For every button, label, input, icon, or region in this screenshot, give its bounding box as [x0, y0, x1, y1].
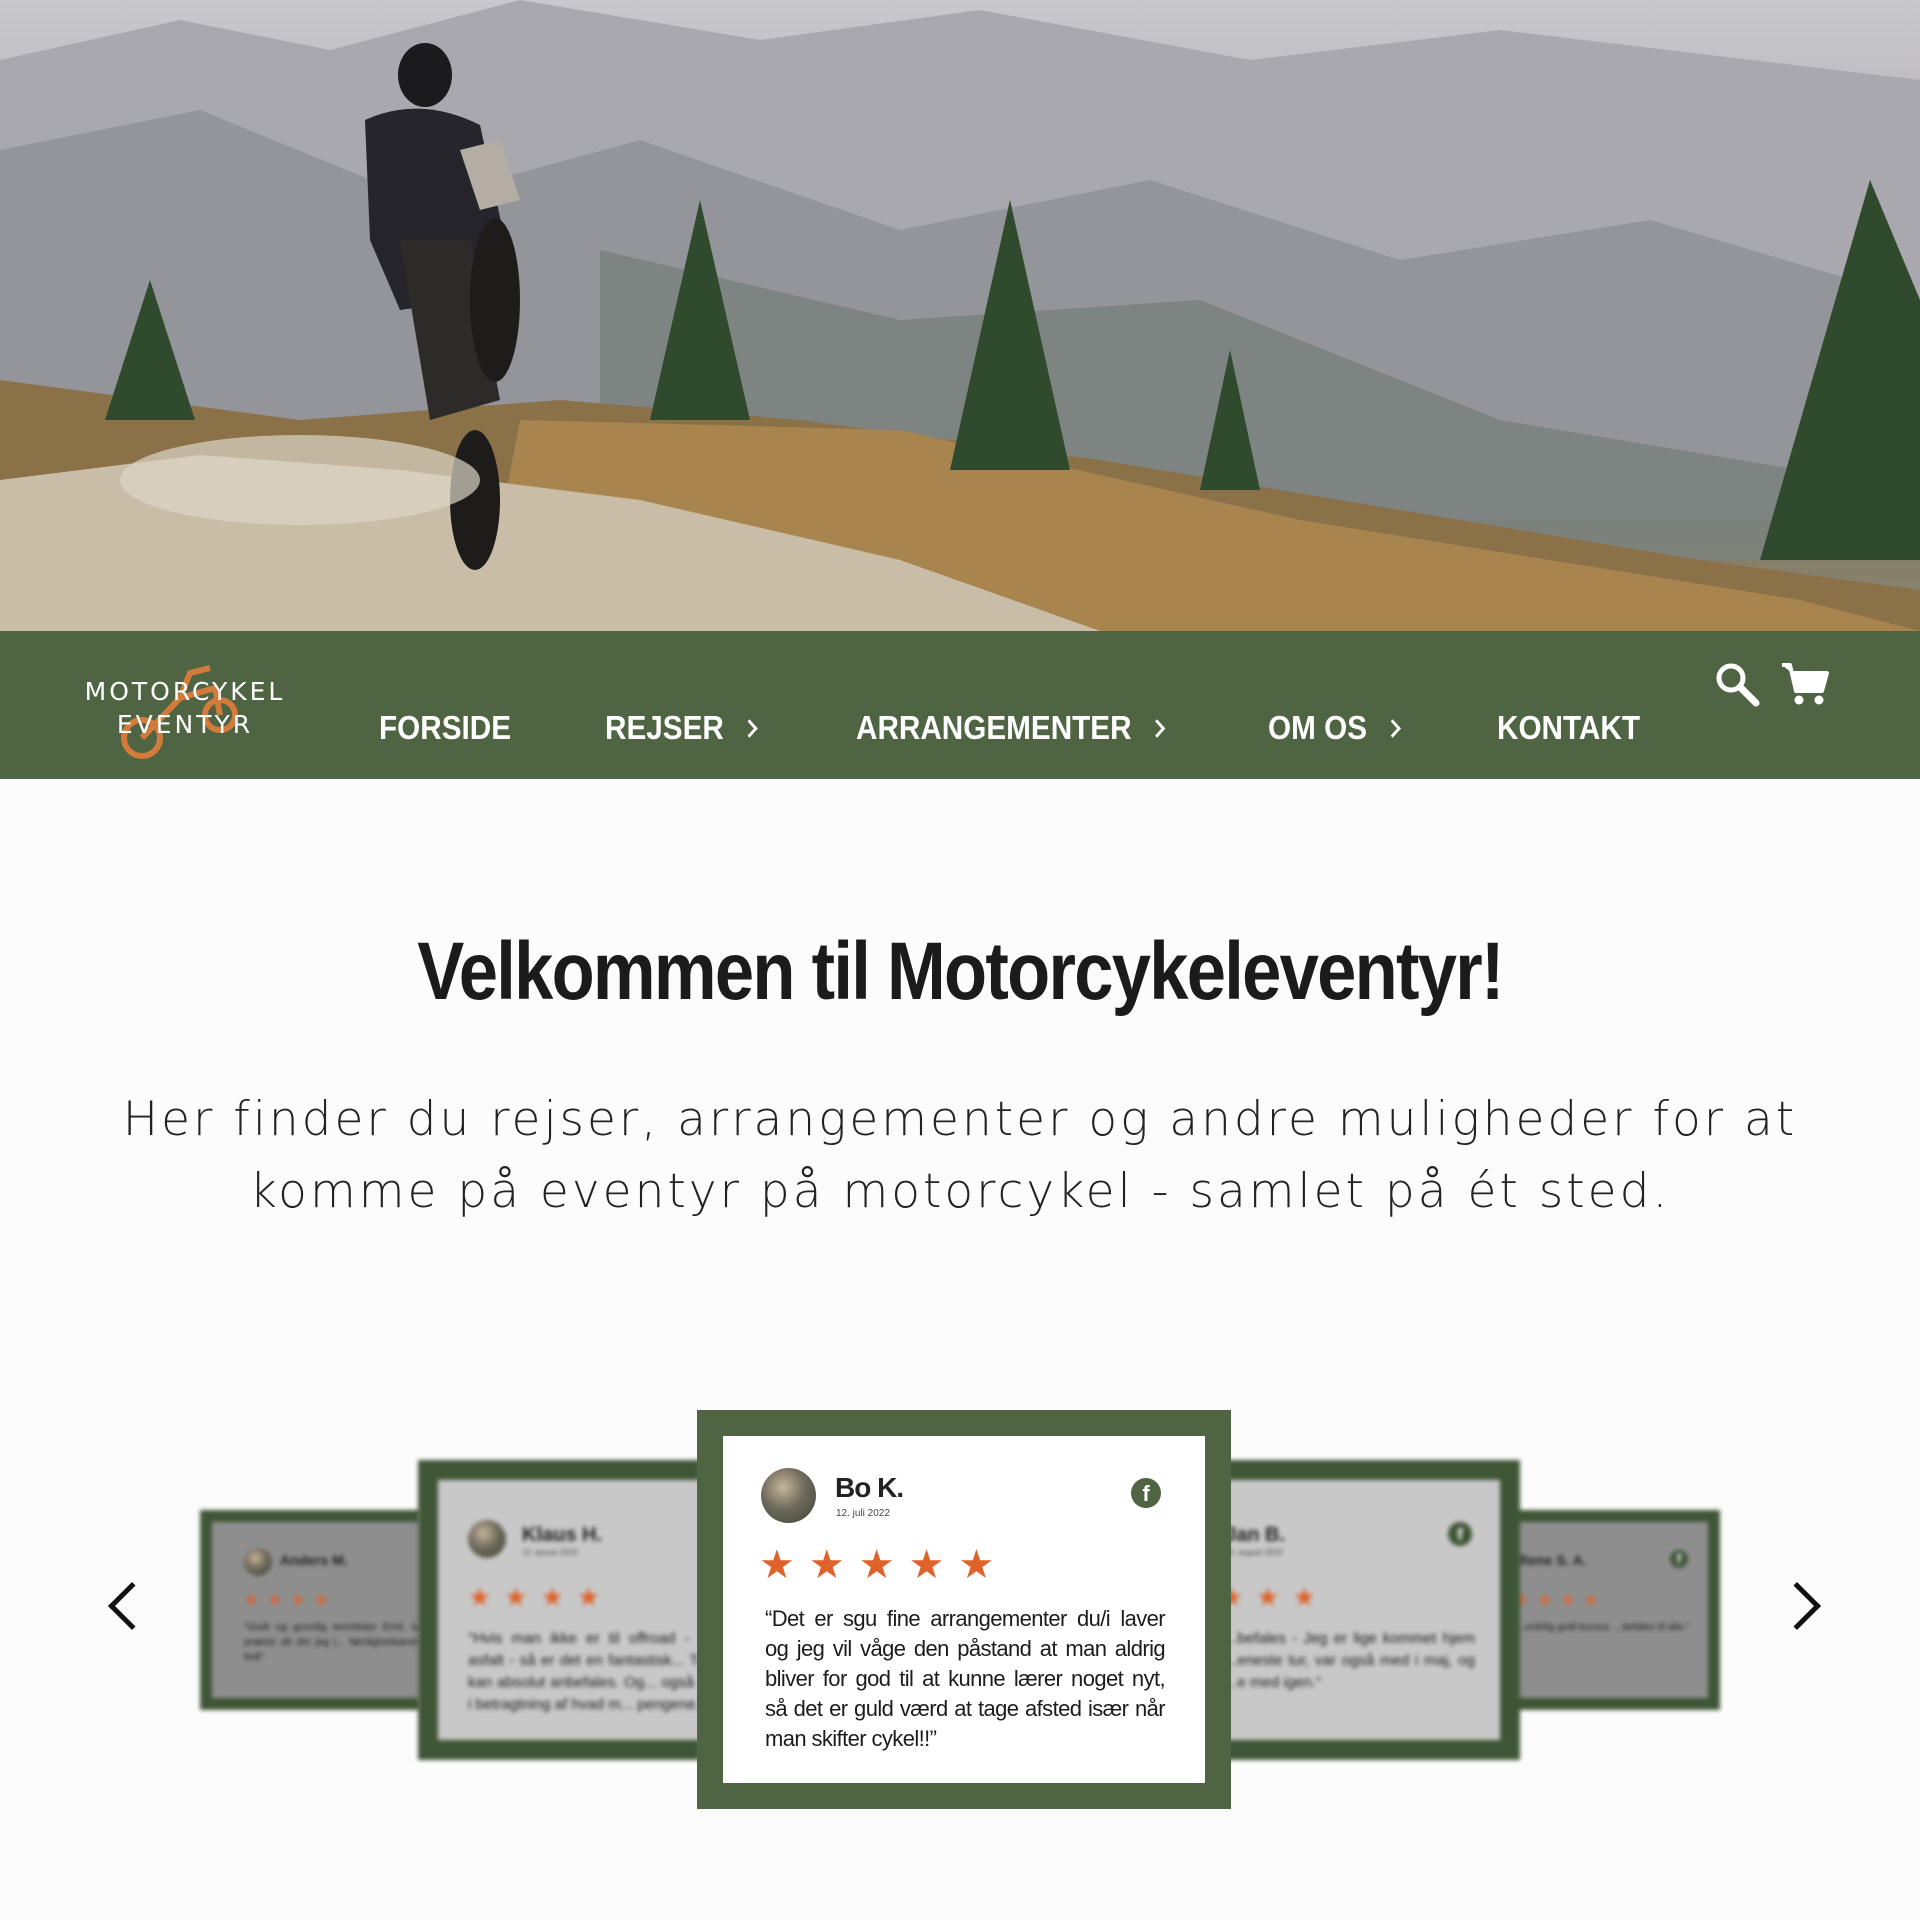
review-text: “Det er sgu fine arrangementer du/i lave…	[765, 1606, 1166, 1751]
carousel-next-arrow[interactable]	[1772, 1581, 1822, 1631]
avatar	[468, 1520, 506, 1558]
nav-item-rejser[interactable]: REJSER	[605, 708, 758, 748]
facebook-icon[interactable]: f	[1131, 1478, 1161, 1508]
reviewer-name: Anders M.	[280, 1552, 348, 1568]
review-card[interactable]: Jan B. 10. august 2023 f ★★★ ...befales …	[1220, 1460, 1520, 1760]
facebook-icon: f	[1670, 1550, 1688, 1568]
review-text: "Godt og grundig teoretiske Emil, ta... …	[244, 1622, 420, 1663]
nav-item-label: REJSER	[605, 709, 724, 746]
review-card[interactable]: Rene S. A. f ★★★★ ...ordelig godt kursus…	[1500, 1510, 1720, 1710]
chevron-right-icon	[1148, 719, 1166, 738]
logo-text-line1: MOTORCYKEL	[84, 677, 286, 706]
nav-item-forside[interactable]: FORSIDE	[379, 708, 511, 748]
page-title: Velkommen til Motorcykeleventyr!	[417, 926, 1504, 1017]
review-card[interactable]: Klaus H. 12. januar 2023 ★★★★ "Hvis man …	[418, 1460, 700, 1760]
reviewer-name: Bo K.	[835, 1472, 904, 1503]
rating-stars: ★★★★★	[759, 1543, 1009, 1587]
review-date: 10. august 2023	[1225, 1548, 1283, 1557]
review-text: ...ordelig godt kursus. ...befales til a…	[1516, 1622, 1690, 1633]
rating-stars: ★★★★	[1514, 1592, 1608, 1609]
nav-item-kontakt[interactable]: KONTAKT	[1497, 708, 1640, 748]
review-date: 12. juli 2022	[836, 1508, 890, 1519]
nav-item-om-os[interactable]: OM OS	[1268, 708, 1401, 748]
review-text: ...befales - Jeg er lige kommet hjem ...…	[1225, 1630, 1475, 1691]
cart-icon[interactable]	[1780, 661, 1830, 712]
site-logo[interactable]: MOTORCYKEL EVENTYR	[80, 651, 290, 761]
reviewer-name: Rene S. A.	[1518, 1552, 1587, 1568]
reviewer-name: Klaus H.	[522, 1524, 603, 1546]
rating-stars: ★★★★	[244, 1592, 338, 1609]
review-text: "Hvis man ikke er til offroad - med asfa…	[468, 1630, 700, 1713]
review-card-active[interactable]: Bo K. 12. juli 2022 f ★★★★★ “Det er sgu …	[697, 1410, 1231, 1809]
nav-item-label: ARRANGEMENTER	[856, 709, 1132, 746]
nav-item-arrangementer[interactable]: ARRANGEMENTER	[856, 708, 1166, 748]
nav-item-label: KONTAKT	[1497, 709, 1640, 746]
search-icon[interactable]	[1714, 661, 1760, 712]
avatar	[244, 1548, 272, 1576]
hero-landscape	[0, 0, 1920, 631]
nav-item-label: OM OS	[1268, 709, 1368, 746]
rating-stars: ★★★	[1220, 1582, 1329, 1612]
chevron-right-icon	[741, 719, 758, 738]
hero-image	[0, 0, 1920, 631]
carousel-prev-arrow[interactable]	[107, 1581, 157, 1631]
main-navigation: MOTORCYKEL EVENTYR FORSIDE REJSER ARRANG…	[0, 631, 1920, 779]
review-date: 12. januar 2023	[522, 1548, 578, 1557]
logo-text-line2: EVENTYR	[116, 710, 254, 739]
page-subtitle: Her finder du rejser, arrangementer og a…	[122, 1092, 1798, 1219]
chevron-right-icon	[1384, 719, 1401, 738]
reviewer-name: Jan B.	[1225, 1524, 1286, 1546]
avatar	[761, 1468, 816, 1523]
rating-stars: ★★★★	[468, 1582, 614, 1612]
review-card[interactable]: Anders M. ★★★★ "Godt og grundig teoretis…	[200, 1510, 420, 1710]
nav-item-label: FORSIDE	[379, 709, 512, 746]
facebook-icon: f	[1448, 1522, 1472, 1546]
motorcycle-logo-icon	[121, 665, 238, 759]
